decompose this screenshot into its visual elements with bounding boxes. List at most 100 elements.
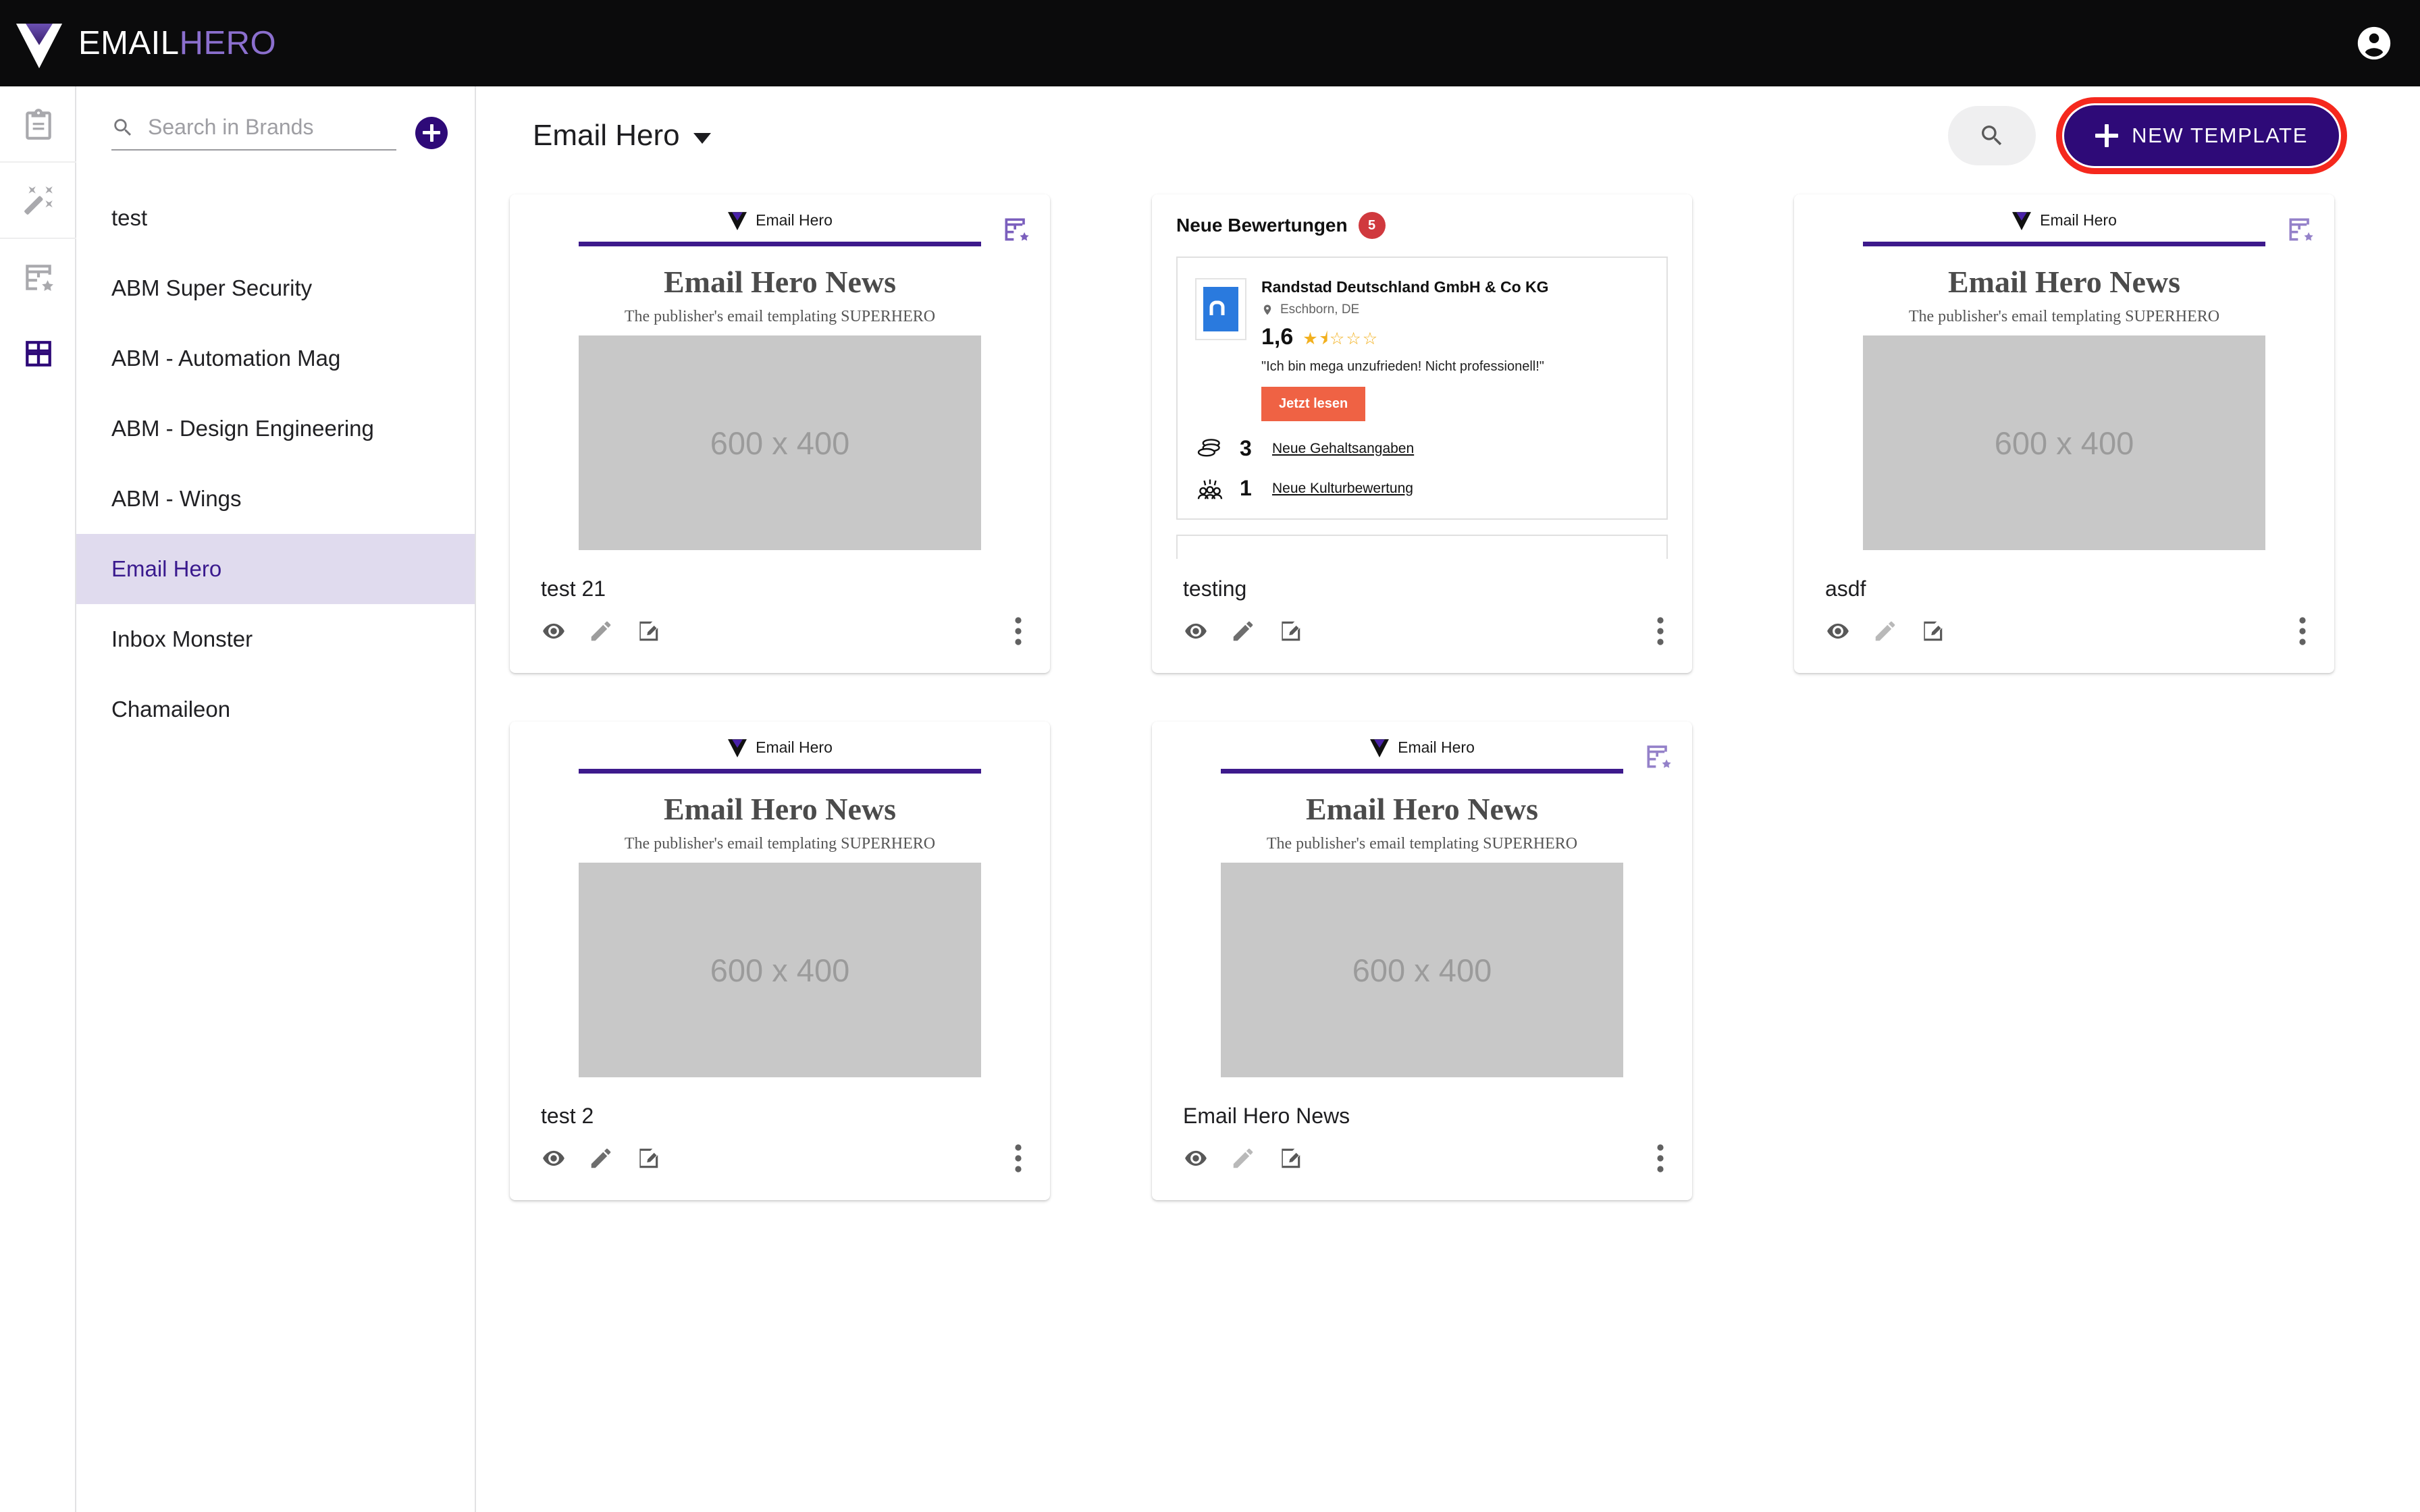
sidebar-item-inbox-monster[interactable]: Inbox Monster	[76, 604, 475, 674]
avatar[interactable]	[2352, 22, 2396, 65]
search-button[interactable]	[1948, 106, 2036, 165]
card-preview[interactable]: Email Hero Email Hero News The publisher…	[510, 722, 1050, 1086]
sidebar-item-abm-wings[interactable]: ABM - Wings	[76, 464, 475, 534]
template-card[interactable]: Neue Bewertungen 5 Randstad Deutschland	[1152, 194, 1692, 673]
rail-item-template-star[interactable]	[0, 239, 76, 315]
eye-icon	[543, 623, 564, 639]
edit-button[interactable]	[1230, 618, 1256, 644]
card-preview[interactable]: Email Hero Email Hero News The publisher…	[1794, 194, 2334, 559]
preview-button[interactable]	[1183, 1145, 1209, 1171]
kebab-menu-icon	[1657, 617, 1664, 645]
add-brand-button[interactable]	[415, 116, 448, 149]
edit-button[interactable]	[588, 1145, 614, 1171]
template-star-badge-icon[interactable]	[1643, 742, 1673, 775]
review-badge: 5	[1358, 212, 1386, 239]
kebab-menu-icon	[1015, 1144, 1022, 1172]
rating-stars: ★⯨☆☆☆	[1303, 329, 1379, 348]
search-input[interactable]	[148, 115, 396, 140]
rail-item-grid-table[interactable]	[0, 315, 76, 392]
more-options-button[interactable]	[1656, 1143, 1665, 1173]
app-logo[interactable]: EMAILHERO	[15, 17, 276, 70]
preview-button[interactable]	[1183, 618, 1209, 644]
newsletter-title: Email Hero News	[1305, 792, 1539, 826]
card-actions	[1152, 601, 1692, 673]
randstad-logo	[1203, 287, 1238, 331]
sidebar-item-email-hero[interactable]: Email Hero	[76, 534, 475, 604]
review-cta-button[interactable]: Jetzt lesen	[1261, 387, 1366, 421]
preview-button[interactable]	[1825, 618, 1851, 644]
people-icon	[1197, 479, 1223, 499]
emailhero-diamond-logo	[728, 739, 747, 758]
card-preview[interactable]: Email Hero Email Hero News The publisher…	[510, 194, 1050, 559]
template-card[interactable]: Email Hero Email Hero News The publisher…	[1152, 722, 1692, 1200]
coins-icon	[1197, 438, 1220, 456]
template-name: test 2	[541, 1104, 594, 1128]
template-card[interactable]: Email Hero Email Hero News The publisher…	[510, 194, 1050, 673]
grid-table-icon	[25, 340, 51, 367]
rail-item-magic-wand[interactable]	[0, 163, 76, 239]
more-options-button[interactable]	[1014, 1143, 1023, 1173]
sidebar-item-label: test	[111, 205, 148, 230]
more-options-button[interactable]	[1656, 616, 1665, 646]
main-content: Email Hero NEW TEMPLATE Email Hero Email…	[476, 86, 2420, 1512]
new-template-button[interactable]: NEW TEMPLATE	[2056, 97, 2347, 174]
newsletter-preview: Email Hero Email Hero News The publisher…	[510, 722, 1050, 1077]
more-options-button[interactable]	[2298, 616, 2307, 646]
rename-button[interactable]	[1278, 618, 1303, 644]
card-preview[interactable]: Email Hero Email Hero News The publisher…	[1152, 722, 1692, 1086]
company-logo-frame	[1195, 278, 1246, 340]
review-stat-row: 1 Neue Kulturbewertung	[1195, 476, 1649, 501]
sidebar-item-test[interactable]: test	[76, 183, 475, 253]
rename-button[interactable]	[635, 1145, 661, 1171]
sidebar-item-chamaileon[interactable]: Chamaileon	[76, 674, 475, 745]
template-card[interactable]: Email Hero Email Hero News The publisher…	[510, 722, 1050, 1200]
header-actions: NEW TEMPLATE	[1948, 97, 2347, 174]
sidebar-item-abm-design-engineering[interactable]: ABM - Design Engineering	[76, 394, 475, 464]
newsletter-header: Email Hero	[1794, 209, 2334, 231]
magic-wand-icon	[24, 186, 53, 215]
template-star-badge-icon[interactable]	[1001, 215, 1031, 248]
rename-note-icon	[1924, 621, 1943, 641]
template-name: test 21	[541, 576, 606, 601]
edit-button[interactable]	[1230, 1145, 1256, 1171]
sidebar-item-abm-automation-mag[interactable]: ABM - Automation Mag	[76, 323, 475, 394]
template-star-badge-icon[interactable]	[2286, 215, 2315, 248]
review-stat-row: 3 Neue Gehaltsangaben	[1195, 436, 1649, 461]
brand-list: test ABM Super Security ABM - Automation…	[76, 183, 475, 745]
chevron-down-icon[interactable]	[693, 133, 711, 144]
sidebar-item-abm-super-security[interactable]: ABM Super Security	[76, 253, 475, 323]
eye-icon	[1185, 623, 1207, 639]
card-preview[interactable]: Neue Bewertungen 5 Randstad Deutschland	[1152, 194, 1692, 559]
more-options-button[interactable]	[1014, 616, 1023, 646]
main-header: Email Hero NEW TEMPLATE	[476, 86, 2420, 185]
stat-link[interactable]: Neue Kulturbewertung	[1272, 481, 1413, 497]
rating-row: 1,6 ★⯨☆☆☆	[1261, 325, 1549, 348]
newsletter-rule	[1221, 769, 1623, 774]
eye-icon	[1185, 1150, 1207, 1166]
brand-sidebar: test ABM Super Security ABM - Automation…	[76, 86, 476, 1512]
preview-button[interactable]	[541, 618, 567, 644]
brand-email-text: EMAIL	[78, 24, 180, 61]
rename-note-icon	[639, 1148, 658, 1168]
newsletter-image-placeholder: 600 x 400	[1221, 863, 1623, 1077]
rename-button[interactable]	[1920, 618, 1945, 644]
newsletter-preview: Email Hero Email Hero News The publisher…	[1794, 194, 2334, 550]
rename-button[interactable]	[635, 618, 661, 644]
preview-button[interactable]	[541, 1145, 567, 1171]
stat-link[interactable]: Neue Gehaltsangaben	[1272, 441, 1414, 457]
template-card[interactable]: Email Hero Email Hero News The publisher…	[1794, 194, 2334, 673]
search-field[interactable]	[111, 115, 396, 151]
template-name: Email Hero News	[1183, 1104, 1350, 1128]
kebab-menu-icon	[1657, 1144, 1664, 1172]
rename-note-icon	[639, 621, 658, 641]
newsletter-preview: Email Hero Email Hero News The publisher…	[1152, 722, 1692, 1077]
sidebar-item-label: Chamaileon	[111, 697, 231, 722]
newsletter-rule	[579, 769, 981, 774]
rail-item-clipboard[interactable]	[0, 86, 76, 163]
card-actions	[1152, 1129, 1692, 1200]
edit-button[interactable]	[588, 618, 614, 644]
edit-button[interactable]	[1872, 618, 1898, 644]
newsletter-header: Email Hero	[510, 736, 1050, 758]
rename-button[interactable]	[1278, 1145, 1303, 1171]
page-title: Email Hero	[533, 119, 680, 152]
